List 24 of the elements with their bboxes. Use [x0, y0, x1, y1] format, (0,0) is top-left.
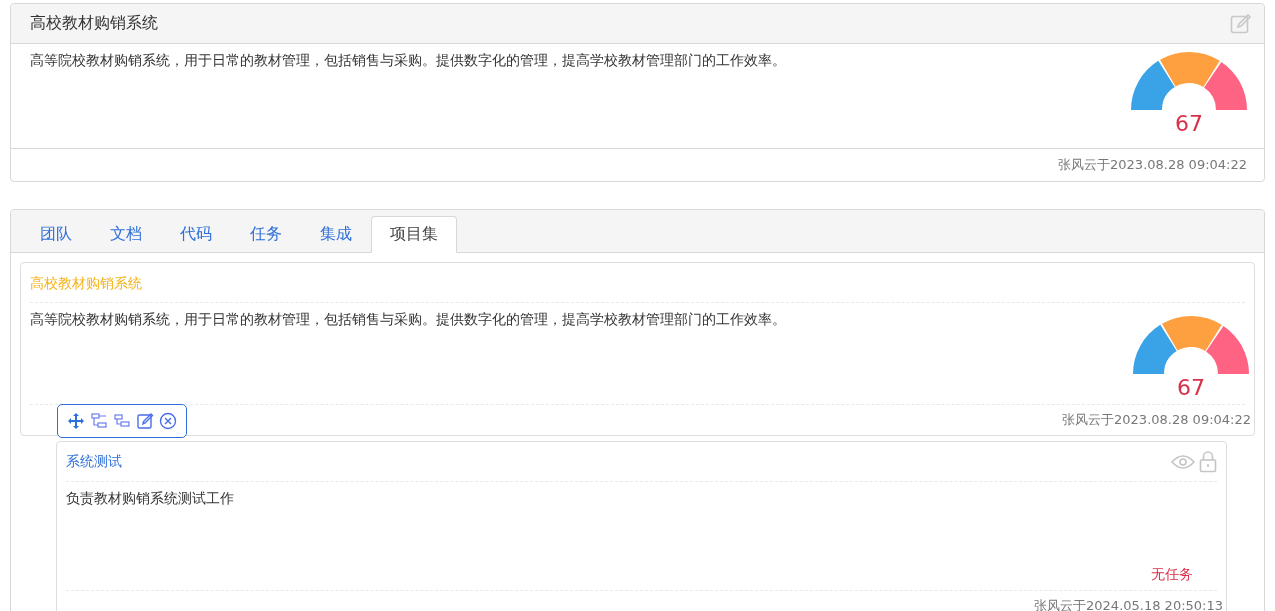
edit-icon[interactable] [136, 412, 154, 430]
eye-icon[interactable] [1171, 453, 1195, 470]
task-status: 无任务 [1151, 566, 1193, 584]
project-title: 高校教材购销系统 [30, 13, 158, 34]
subproject-title[interactable]: 系统测试 [66, 452, 122, 471]
author-timestamp: 张风云于2023.08.28 09:04:22 [1058, 156, 1247, 174]
move-icon[interactable] [67, 412, 85, 430]
tab[interactable]: 文档 [91, 216, 161, 253]
close-icon[interactable] [159, 412, 177, 430]
tab[interactable]: 集成 [301, 216, 371, 253]
lock-icon[interactable] [1199, 450, 1217, 473]
tab[interactable]: 代码 [161, 216, 231, 253]
project-description: 高等院校教材购销系统，用于日常的教材管理，包括销售与采购。提供数字化的管理，提高学校教材管理部门的工作效率。 [30, 52, 786, 70]
author-timestamp: 张风云于2023.08.28 09:04:22 [1062, 411, 1251, 429]
tab[interactable]: 项目集 [371, 216, 457, 253]
subproject-description: 负责教材购销系统测试工作 [66, 490, 235, 508]
add-sibling-icon[interactable] [113, 412, 131, 430]
score-value: 67 [1175, 110, 1203, 138]
score-value: 67 [1177, 374, 1205, 402]
add-child-icon[interactable] [90, 412, 108, 430]
author-timestamp: 张风云于2024.05.18 20:50:13 [1034, 597, 1223, 611]
project-card-description: 高等院校教材购销系统，用于日常的教材管理，包括销售与采购。提供数字化的管理，提高学校教材管理部门的工作效率。 [30, 311, 786, 329]
tab[interactable]: 任务 [231, 216, 301, 253]
tab[interactable]: 团队 [21, 216, 91, 253]
